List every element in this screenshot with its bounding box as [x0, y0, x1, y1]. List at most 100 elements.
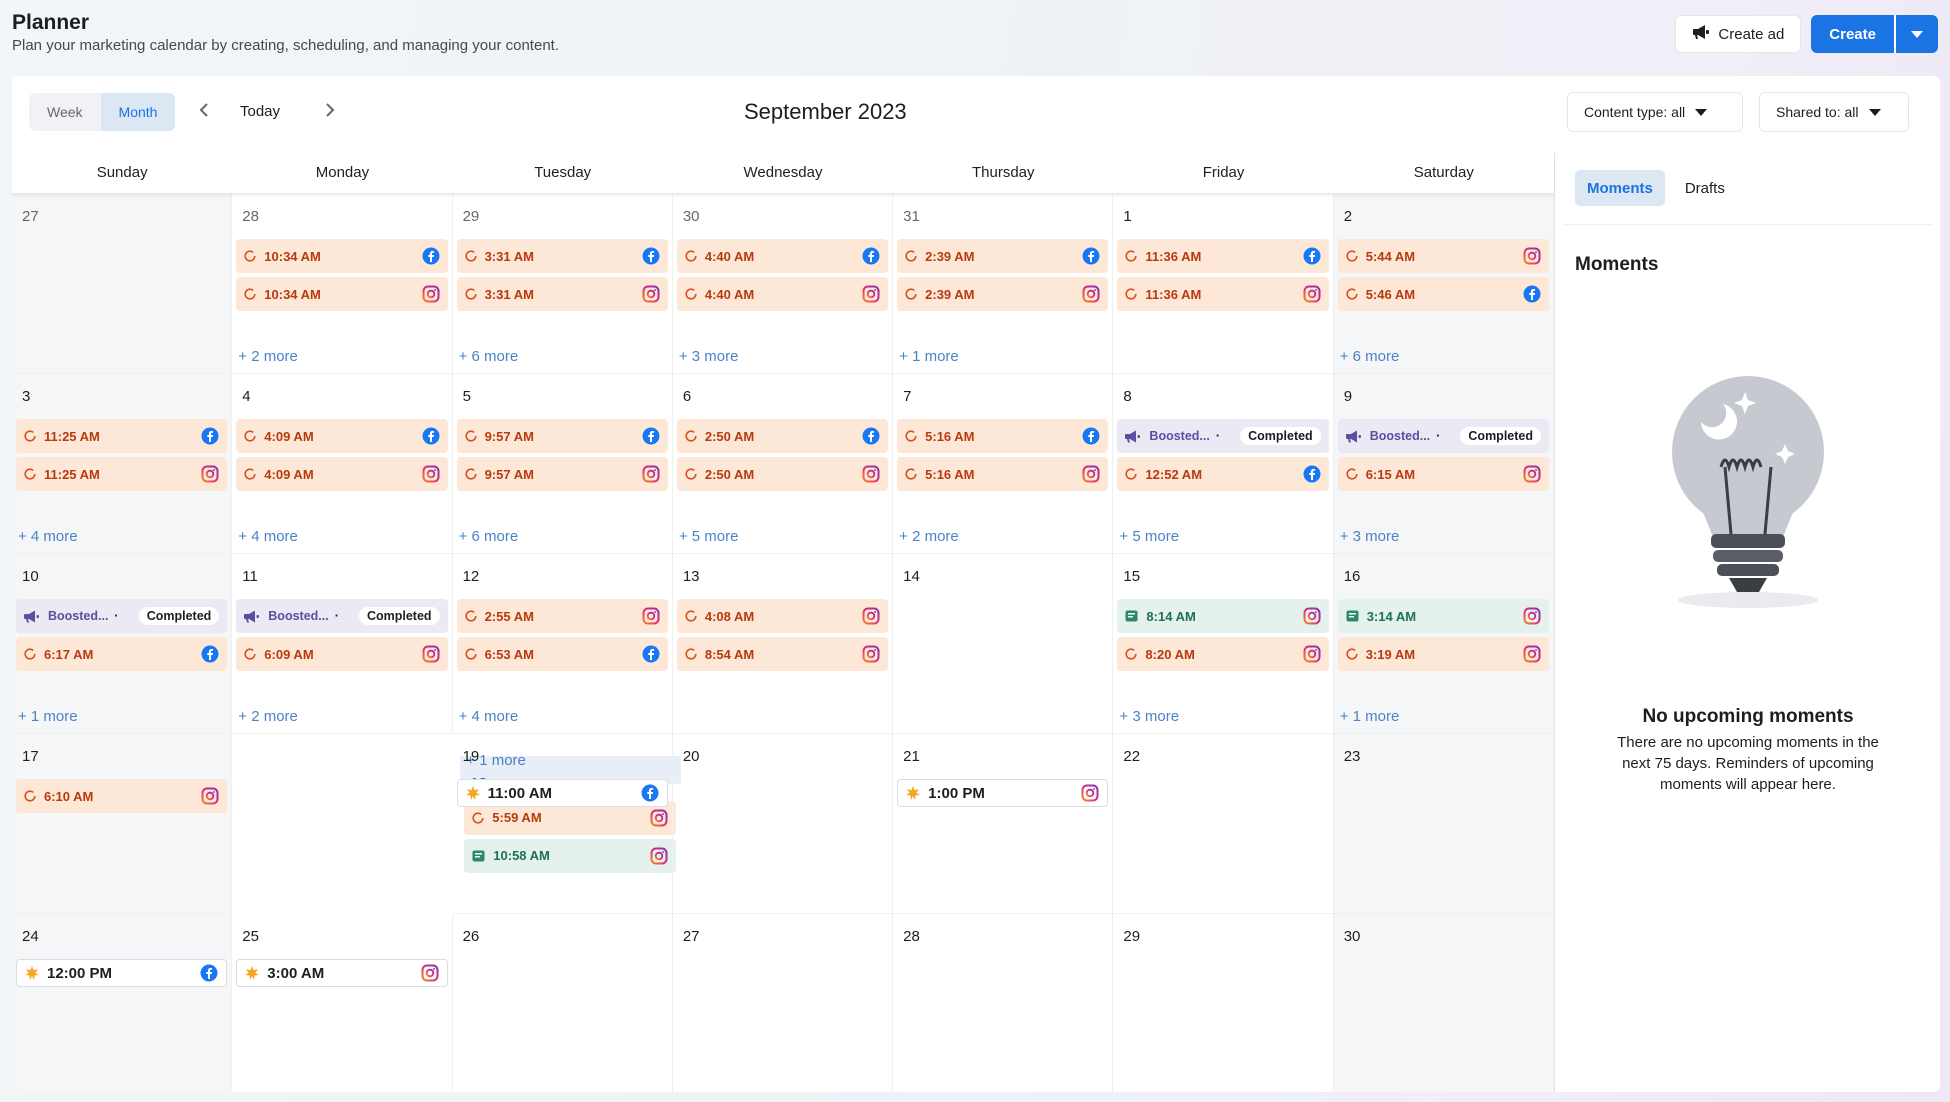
scheduled-post-event[interactable]: 2:55 AM: [456, 599, 668, 633]
day-cell[interactable]: 30 4:40 AM 4:40 AM + 3 more: [672, 194, 894, 374]
next-month-button[interactable]: [318, 100, 342, 124]
day-cell[interactable]: 29 3:31 AM 3:31 AM + 6 more: [452, 194, 673, 374]
day-cell[interactable]: 30: [1333, 914, 1554, 1092]
scheduled-post-event[interactable]: 6:53 AM: [456, 637, 668, 671]
day-cell[interactable]: 13 4:08 AM 8:54 AM: [672, 554, 894, 734]
scheduled-post-event[interactable]: 5:16 AM: [897, 457, 1109, 491]
scheduled-post-event[interactable]: 2:39 AM: [897, 277, 1109, 311]
day-cell[interactable]: 31 2:39 AM 2:39 AM + 1 more: [893, 194, 1114, 374]
moment-event[interactable]: 3:00 AM: [236, 959, 448, 987]
scheduled-post-event[interactable]: 4:09 AM: [236, 457, 448, 491]
day-cell[interactable]: 19 11:00 AM: [452, 734, 673, 914]
previous-month-button[interactable]: [192, 100, 216, 124]
day-cell[interactable]: 21 1:00 PM: [893, 734, 1114, 914]
scheduled-post-event[interactable]: 3:19 AM: [1337, 637, 1549, 671]
scheduled-post-event[interactable]: 3:31 AM: [456, 239, 668, 273]
scheduled-post-event[interactable]: 4:09 AM: [236, 419, 448, 453]
scheduled-post-event[interactable]: 12:52 AM: [1117, 457, 1329, 491]
boosted-post-event[interactable]: Boosted... · Completed: [236, 599, 448, 633]
published-post-event[interactable]: 8:14 AM: [1117, 599, 1329, 633]
scheduled-post-event[interactable]: 11:25 AM: [16, 419, 228, 453]
more-events-link[interactable]: + 5 more: [679, 528, 739, 545]
day-cell[interactable]: 23: [1333, 734, 1554, 914]
day-cell[interactable]: 20: [672, 734, 894, 914]
scheduled-post-event[interactable]: 6:09 AM: [236, 637, 448, 671]
create-button[interactable]: Create: [1811, 15, 1896, 53]
scheduled-post-event[interactable]: 10:34 AM: [236, 277, 448, 311]
more-events-link[interactable]: + 6 more: [1340, 348, 1400, 365]
scheduled-post-event[interactable]: 4:40 AM: [676, 277, 889, 311]
day-cell[interactable]: 16 3:14 AM 3:19 AM + 1 more: [1333, 554, 1554, 734]
more-events-link[interactable]: + 4 more: [18, 528, 78, 545]
create-ad-button[interactable]: Create ad: [1675, 15, 1802, 53]
scheduled-post-event[interactable]: 9:57 AM: [456, 419, 668, 453]
day-cell[interactable]: 1 11:36 AM 11:36 AM: [1113, 194, 1334, 374]
day-cell[interactable]: 3 11:25 AM 11:25 AM + 4 more: [12, 374, 233, 554]
moment-event[interactable]: 12:00 PM: [16, 959, 228, 987]
more-events-link[interactable]: + 3 more: [679, 348, 739, 365]
day-cell[interactable]: 7 5:16 AM 5:16 AM + 2 more: [893, 374, 1114, 554]
day-cell[interactable]: 24 12:00 PM: [12, 914, 233, 1092]
create-dropdown-button[interactable]: [1896, 15, 1938, 53]
day-cell[interactable]: 9 Boosted... · Completed 6:15 AM + 3 more: [1333, 374, 1554, 554]
day-cell[interactable]: 14: [893, 554, 1114, 734]
scheduled-post-event[interactable]: 2:50 AM: [676, 419, 889, 453]
day-cell[interactable]: 27: [12, 194, 233, 374]
more-events-link[interactable]: + 6 more: [459, 528, 519, 545]
today-button[interactable]: Today: [240, 98, 280, 126]
more-events-link[interactable]: + 4 more: [238, 528, 298, 545]
day-cell[interactable]: 28: [893, 914, 1114, 1092]
more-events-link[interactable]: + 3 more: [1340, 528, 1400, 545]
shared-to-filter[interactable]: Shared to: all: [1759, 92, 1909, 132]
day-cell[interactable]: 5 9:57 AM 9:57 AM + 6 more: [452, 374, 673, 554]
more-events-link[interactable]: + 2 more: [238, 708, 298, 725]
day-cell[interactable]: 4 4:09 AM 4:09 AM + 4 more: [232, 374, 453, 554]
day-cell[interactable]: 22: [1113, 734, 1334, 914]
month-view-button[interactable]: Month: [100, 93, 176, 131]
more-events-link[interactable]: + 1 more: [1340, 708, 1400, 725]
more-events-link[interactable]: + 6 more: [459, 348, 519, 365]
more-events-link[interactable]: + 5 more: [1119, 528, 1179, 545]
tab-moments[interactable]: Moments: [1575, 170, 1665, 206]
more-events-link[interactable]: + 2 more: [899, 528, 959, 545]
scheduled-post-event[interactable]: 5:46 AM: [1337, 277, 1549, 311]
scheduled-post-event[interactable]: 9:57 AM: [456, 457, 668, 491]
day-cell[interactable]: 15 8:14 AM 8:20 AM + 3 more: [1113, 554, 1334, 734]
scheduled-post-event[interactable]: 5:16 AM: [897, 419, 1109, 453]
scheduled-post-event[interactable]: 3:31 AM: [456, 277, 668, 311]
scheduled-post-event[interactable]: 8:20 AM: [1117, 637, 1329, 671]
scheduled-post-event[interactable]: 2:50 AM: [676, 457, 889, 491]
scheduled-post-event[interactable]: 8:54 AM: [676, 637, 889, 671]
scheduled-post-event[interactable]: 4:40 AM: [676, 239, 889, 273]
day-cell[interactable]: 2 5:44 AM 5:46 AM + 6 more: [1333, 194, 1554, 374]
day-cell[interactable]: 10 Boosted... · Completed 6:17 AM + 1 more: [12, 554, 233, 734]
more-events-link[interactable]: + 1 more: [899, 348, 959, 365]
day-cell[interactable]: 6 2:50 AM 2:50 AM + 5 more: [672, 374, 894, 554]
scheduled-post-event[interactable]: 11:36 AM: [1117, 239, 1329, 273]
scheduled-post-event[interactable]: 10:34 AM: [236, 239, 448, 273]
scheduled-post-event[interactable]: 11:36 AM: [1117, 277, 1329, 311]
more-events-link[interactable]: + 3 more: [1119, 708, 1179, 725]
day-cell[interactable]: 25 3:00 AM: [232, 914, 453, 1092]
more-events-link[interactable]: + 1 more: [18, 708, 78, 725]
scheduled-post-event[interactable]: 6:10 AM: [16, 779, 228, 813]
more-events-link[interactable]: + 4 more: [459, 708, 519, 725]
content-type-filter[interactable]: Content type: all: [1567, 92, 1743, 132]
day-cell[interactable]: 29: [1113, 914, 1334, 1092]
published-post-event[interactable]: 3:14 AM: [1337, 599, 1549, 633]
boosted-post-event[interactable]: Boosted... · Completed: [16, 599, 228, 633]
day-cell[interactable]: 8 Boosted... · Completed 12:52 AM + 5 more: [1113, 374, 1334, 554]
day-cell[interactable]: 28 10:34 AM 10:34 AM + 2 more: [232, 194, 453, 374]
day-cell[interactable]: 26: [453, 914, 673, 1092]
boosted-post-event[interactable]: Boosted... · Completed: [1117, 419, 1329, 453]
day-cell[interactable]: 12 2:55 AM 6:53 AM + 4 more: [452, 554, 673, 734]
boosted-post-event[interactable]: Boosted... · Completed: [1337, 419, 1549, 453]
scheduled-post-event[interactable]: 6:15 AM: [1337, 457, 1549, 491]
tab-drafts[interactable]: Drafts: [1673, 170, 1737, 206]
day-cell[interactable]: 17 6:10 AM: [12, 734, 233, 914]
day-cell[interactable]: 11 Boosted... · Completed 6:09 AM + 2 more: [232, 554, 453, 734]
moment-event[interactable]: 1:00 PM: [897, 779, 1109, 807]
more-events-link[interactable]: + 2 more: [238, 348, 298, 365]
scheduled-post-event[interactable]: 11:25 AM: [16, 457, 228, 491]
day-cell[interactable]: 27: [673, 914, 894, 1092]
